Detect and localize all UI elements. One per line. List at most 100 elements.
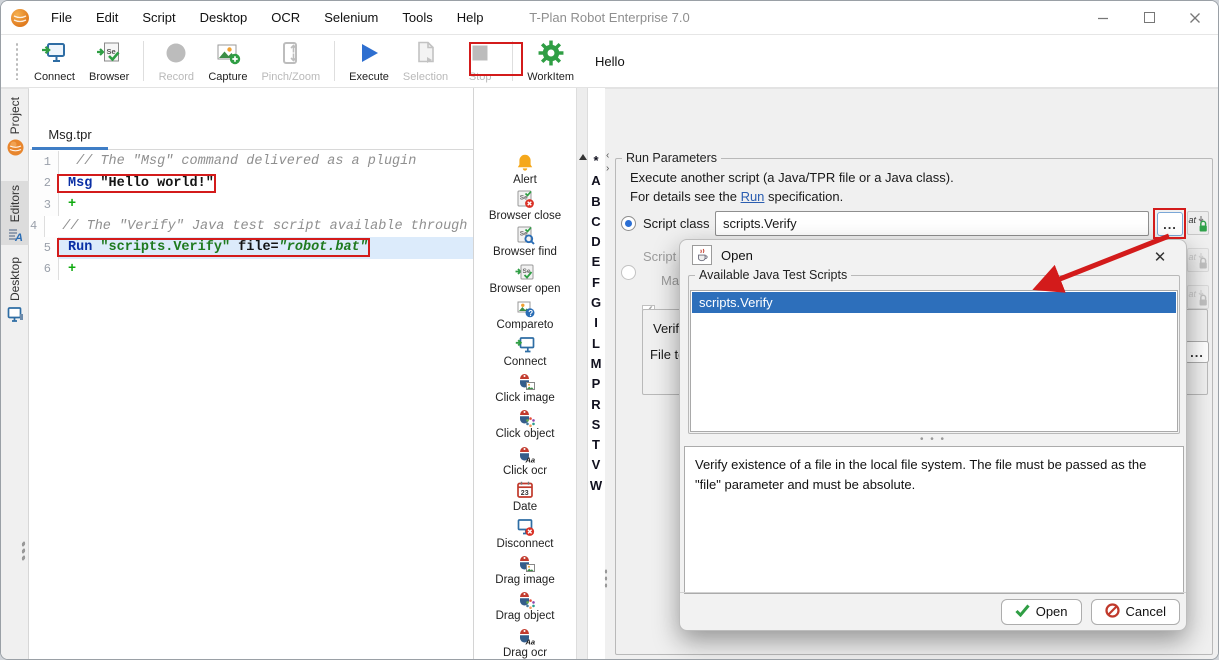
menu-item[interactable]: OCR: [259, 1, 312, 34]
index-letter[interactable]: P: [588, 374, 604, 394]
scroll-up-icon[interactable]: [579, 154, 587, 160]
file-tab-label: Msg.tpr: [48, 127, 91, 142]
command-list: Alert Se Browser close Se Browser find S…: [474, 151, 576, 660]
index-letter[interactable]: *: [588, 151, 604, 171]
sidebar-tab-desktop[interactable]: Desktop: [1, 253, 29, 323]
command-label: Browser close: [489, 210, 561, 222]
index-letter[interactable]: M: [588, 354, 604, 374]
index-letter[interactable]: S: [588, 415, 604, 435]
command-item[interactable]: Disconnect: [474, 515, 576, 551]
connect-button[interactable]: Connect: [27, 36, 82, 86]
command-item[interactable]: Connect: [474, 333, 576, 369]
execute-label: Execute: [349, 71, 389, 83]
capture-button[interactable]: Capture: [201, 36, 254, 86]
command-scrollbar[interactable]: [576, 88, 588, 660]
splitter-handle[interactable]: [604, 568, 608, 590]
command-item[interactable]: Alert: [474, 151, 576, 187]
browser-open-icon: Se: [515, 262, 535, 282]
close-button[interactable]: [1172, 1, 1218, 34]
menu-item[interactable]: Desktop: [188, 1, 260, 34]
file-tab-msg-tpr[interactable]: Msg.tpr: [32, 119, 108, 150]
command-item[interactable]: Se Browser find: [474, 224, 576, 260]
svg-text:at: at: [1189, 215, 1197, 225]
code-line-2[interactable]: 2Msg "Hello world!": [30, 173, 473, 195]
index-letter[interactable]: D: [588, 232, 604, 252]
index-letter[interactable]: L: [588, 334, 604, 354]
code-line-1[interactable]: 1 // The "Msg" command delivered as a pl…: [30, 151, 473, 173]
menu-item[interactable]: Help: [445, 1, 496, 34]
index-letter[interactable]: A: [588, 171, 604, 191]
maximize-button[interactable]: [1126, 1, 1172, 34]
script-class-radio[interactable]: [621, 216, 636, 231]
parametrize-icon[interactable]: at: [1187, 211, 1209, 235]
index-letter[interactable]: V: [588, 455, 604, 475]
command-item[interactable]: Click object: [474, 406, 576, 442]
menu-item[interactable]: Edit: [84, 1, 130, 34]
command-item[interactable]: Se Browser close: [474, 187, 576, 223]
selection-button: Selection: [396, 36, 455, 86]
script-class-input[interactable]: scripts.Verify: [715, 211, 1149, 236]
index-letter[interactable]: I: [588, 313, 604, 333]
index-letter[interactable]: W: [588, 476, 604, 496]
index-letter[interactable]: C: [588, 212, 604, 232]
menu-item[interactable]: File: [39, 1, 84, 34]
browse-file-button[interactable]: ...: [1185, 341, 1209, 363]
line-number: 6: [30, 259, 59, 281]
command-label: Click ocr: [503, 465, 547, 477]
index-letter[interactable]: F: [588, 273, 604, 293]
open-button[interactable]: Open: [1001, 599, 1082, 625]
menu-item[interactable]: Script: [130, 1, 187, 34]
run-spec-link[interactable]: Run: [741, 189, 765, 204]
index-letter[interactable]: R: [588, 395, 604, 415]
command-item[interactable]: Aa Drag ocr: [474, 624, 576, 660]
available-scripts-legend: Available Java Test Scripts: [695, 268, 851, 282]
sidebar-tab-editors[interactable]: Editors A: [1, 181, 29, 245]
project-icon: [7, 139, 24, 159]
toolbar-drag-handle[interactable]: [15, 42, 19, 80]
menu-item[interactable]: Tools: [390, 1, 444, 34]
panel-collapse-chevrons[interactable]: ‹›: [606, 149, 609, 175]
index-letter[interactable]: B: [588, 192, 604, 212]
browse-script-class-button[interactable]: ...: [1157, 212, 1183, 236]
code-line-6[interactable]: 6+: [30, 259, 473, 281]
workitem-button[interactable]: WorkItem: [520, 36, 581, 86]
index-letter[interactable]: E: [588, 252, 604, 272]
code-line-5[interactable]: 5Run "scripts.Verify" file="robot.bat": [30, 237, 473, 259]
line-number: 2: [30, 173, 59, 195]
browser-button[interactable]: Se Browser: [82, 36, 136, 86]
java-icon: [692, 245, 712, 265]
index-letter[interactable]: T: [588, 435, 604, 455]
splitter-handle[interactable]: [21, 541, 25, 563]
index-letter[interactable]: G: [588, 293, 604, 313]
dialog-close-button[interactable]: ✕: [1148, 246, 1172, 268]
command-item[interactable]: Drag object: [474, 588, 576, 624]
hello-plugin-button[interactable]: Hello: [583, 46, 637, 77]
script-class-value: scripts.Verify: [723, 216, 797, 231]
script-file-radio: [621, 265, 636, 280]
run-params-description-1: Execute another script (a Java/TPR file …: [630, 170, 954, 185]
minimize-button[interactable]: [1080, 1, 1126, 34]
command-label: Drag image: [495, 574, 554, 586]
sidebar-tab-project[interactable]: Project: [1, 93, 29, 169]
line-number: 4: [30, 216, 45, 238]
svg-text:Se: Se: [107, 47, 116, 56]
list-item-selected[interactable]: scripts.Verify: [692, 292, 1176, 313]
code-line-4[interactable]: 4 // The "Verify" Java test script avail…: [30, 216, 473, 238]
command-item[interactable]: 23 Date: [474, 479, 576, 515]
command-item[interactable]: Aa Click ocr: [474, 442, 576, 478]
main-toolbar: Connect Se Browser Record Capture Pinch/…: [1, 34, 1218, 88]
editor-tab-bar: Msg.tpr: [30, 119, 473, 150]
command-item[interactable]: Se Browser open: [474, 260, 576, 296]
command-item[interactable]: ? Compareto: [474, 297, 576, 333]
dialog-splitter-handle[interactable]: • • •: [920, 438, 946, 442]
execute-button[interactable]: Execute: [342, 36, 396, 86]
cancel-button[interactable]: Cancel: [1091, 599, 1180, 625]
code-line-3[interactable]: 3+: [30, 194, 473, 216]
menu-item[interactable]: Selenium: [312, 1, 390, 34]
code-editor[interactable]: 1 // The "Msg" command delivered as a pl…: [30, 151, 473, 660]
menu-bar: FileEditScriptDesktopOCRSeleniumToolsHel…: [39, 1, 496, 34]
command-item[interactable]: Drag image: [474, 551, 576, 587]
command-item[interactable]: Click image: [474, 369, 576, 405]
dialog-title-bar[interactable]: Open: [680, 240, 1186, 270]
scripts-list[interactable]: scripts.Verify: [690, 290, 1178, 432]
